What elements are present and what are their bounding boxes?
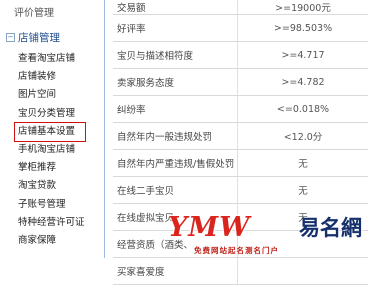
watermark-subtitle: 免费网站起名测名门户 [194,245,279,256]
collapse-icon[interactable]: − [6,33,15,42]
table-row: 纠纷率<=0.018% [113,96,368,123]
sidebar-item-image-space[interactable]: 图片空间 [18,86,85,104]
row-value: <12.0分 [238,123,368,150]
row-label: 买家喜爱度 [113,258,238,285]
row-label: 自然年内一般违规处罚 [113,123,238,150]
row-value: >=4.717 [238,42,368,69]
sidebar: 评价管理 − 店铺管理 查看淘宝店铺 店铺装修 图片空间 宝贝分类管理 店铺基本… [0,0,104,258]
watermark-name: 易名網 [299,212,362,242]
row-label: 自然年内严重违规/售假处罚 [113,150,238,177]
row-value: <=0.018% [238,96,368,123]
row-label: 卖家服务态度 [113,69,238,96]
watermark-logo: YMW 易名網 免费网站起名测名门户 [168,210,364,256]
table-row: 卖家服务态度>=4.782 [113,69,368,96]
sidebar-item-recommend[interactable]: 掌柜推荐 [18,159,85,177]
row-value [238,258,368,285]
row-label: 好评率 [113,15,238,42]
table-row: 买家喜爱度 [113,258,368,285]
sidebar-item-view-shop[interactable]: 查看淘宝店铺 [18,50,85,68]
sidebar-menu: 查看淘宝店铺 店铺装修 图片空间 宝贝分类管理 店铺基本设置 手机淘宝店铺 掌柜… [18,50,85,250]
table-row: 自然年内严重违规/售假处罚无 [113,150,368,177]
row-value: 无 [238,150,368,177]
row-value: >=4.782 [238,69,368,96]
sidebar-group-label: 店铺管理 [18,30,60,45]
sidebar-item-category[interactable]: 宝贝分类管理 [18,105,85,123]
sidebar-item-mobile-shop[interactable]: 手机淘宝店铺 [18,141,85,159]
sidebar-item-sub-account[interactable]: 子账号管理 [18,196,85,214]
sidebar-item-basic-settings[interactable]: 店铺基本设置 [15,123,85,141]
row-label: 纠纷率 [113,96,238,123]
sidebar-group-header[interactable]: − 店铺管理 [6,30,60,45]
row-value: 无 [238,177,368,204]
sidebar-item-guarantee[interactable]: 商家保障 [18,232,85,250]
table-row: 好评率>=98.503% [113,15,368,42]
sidebar-item-decoration[interactable]: 店铺装修 [18,68,85,86]
sidebar-item-license[interactable]: 特种经营许可证 [18,214,85,232]
row-value: >=19000元 [238,0,368,15]
sidebar-item-loan[interactable]: 淘宝贷款 [18,177,85,195]
sidebar-item-partial[interactable]: 评价管理 [14,4,54,19]
watermark-brand: YMW [168,212,250,243]
table-row: 交易额>=19000元 [113,0,368,15]
table-row: 自然年内一般违规处罚<12.0分 [113,123,368,150]
table-row: 在线二手宝贝无 [113,177,368,204]
row-value: >=98.503% [238,15,368,42]
table-row: 宝贝与描述相符度>=4.717 [113,42,368,69]
sidebar-divider [104,0,105,258]
row-label: 宝贝与描述相符度 [113,42,238,69]
row-label: 在线二手宝贝 [113,177,238,204]
row-label: 交易额 [113,0,238,15]
